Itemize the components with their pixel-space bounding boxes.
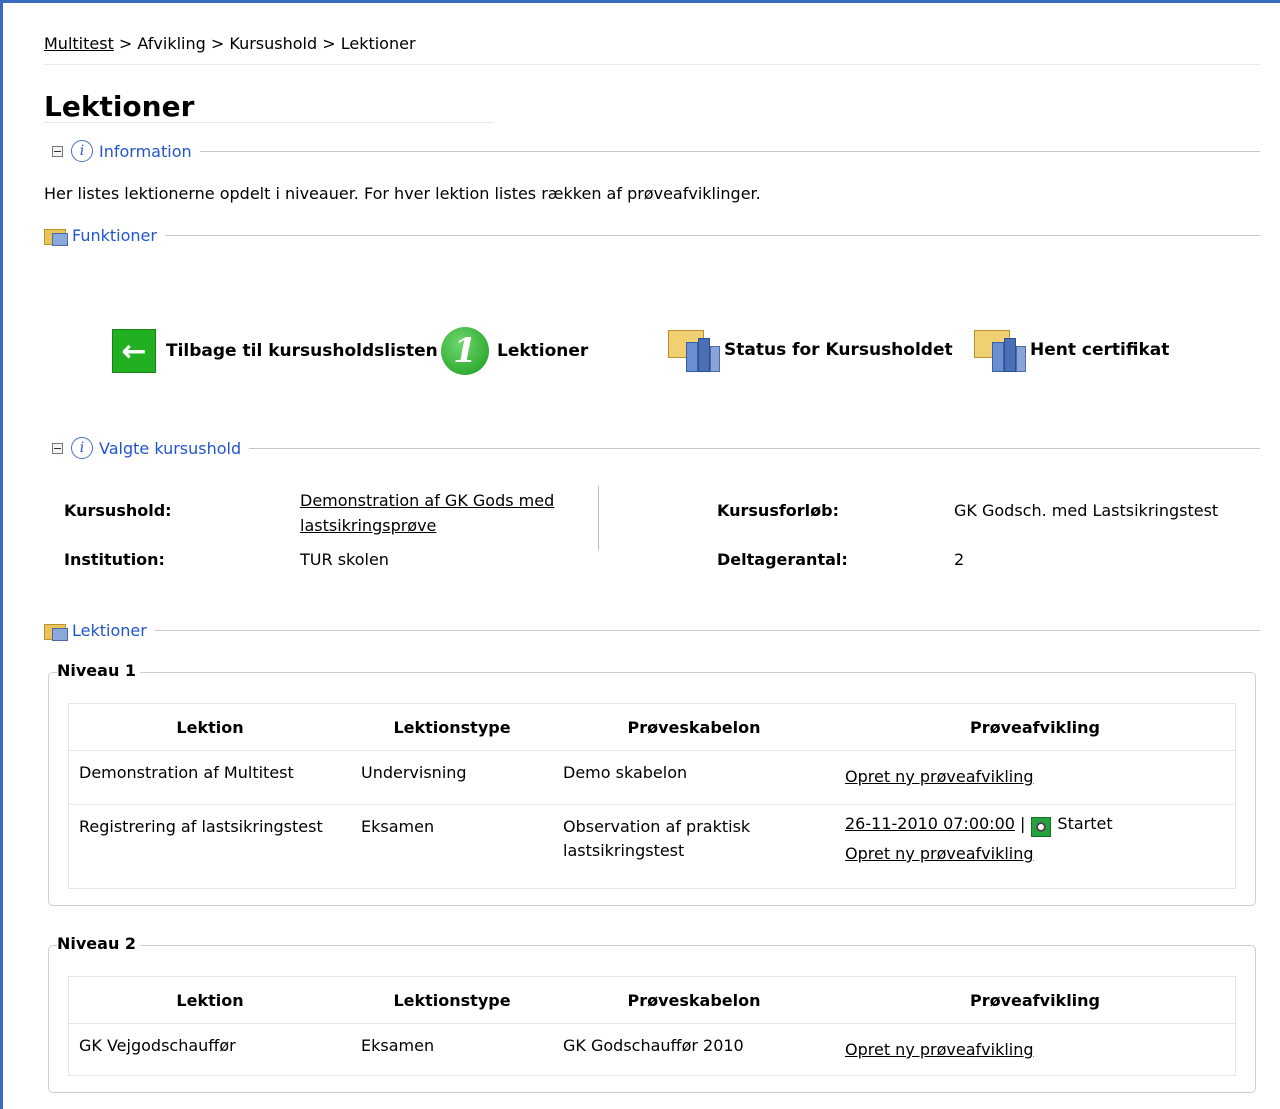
breadcrumb-item-afvikling: Afvikling [137,34,206,53]
section-lektioner: Lektioner [44,620,1260,641]
table-row: Demonstration af Multitest Undervisning … [68,750,1236,805]
kursusforloeb-value: GK Godsch. med Lastsikringstest [954,501,1219,520]
status-button-label: Status for Kursusholdet [724,340,953,360]
proeveafvikling-date-link[interactable]: 26-11-2010 07:00:00 [845,814,1015,833]
breadcrumb-link-multitest[interactable]: Multitest [44,34,114,53]
report-chart-icon [974,326,1026,374]
breadcrumb-sep: > [317,34,341,53]
divider [44,64,1260,65]
window-frame [0,0,1280,1109]
section-information: i Information [44,140,1260,162]
status-kursushold-button[interactable]: Status for Kursusholdet [668,326,953,374]
cell-lektion: Registrering af lastsikringstest [68,804,351,889]
hent-certifikat-button[interactable]: Hent certifikat [974,326,1169,374]
niveau-2-title: Niveau 2 [57,934,141,953]
info-icon: i [71,140,93,162]
opret-proeveafvikling-link[interactable]: Opret ny prøveafvikling [845,1040,1034,1059]
cell-proeveskabelon: GK Godschauffør 2010 [553,1023,835,1076]
back-to-list-label: Tilbage til kursusholdslisten [166,341,438,361]
breadcrumb-sep: > [113,34,138,53]
divider [598,486,599,550]
collapse-icon[interactable] [52,442,63,454]
col-header-proeveafvikling: Prøveafvikling [835,976,1236,1024]
cell-lektionstype: Eksamen [351,1023,553,1076]
report-chart-icon [668,326,720,374]
section-valgte-label: Valgte kursushold [99,438,242,458]
niveau-1-title: Niveau 1 [57,661,141,680]
cell-proeveafvikling: Opret ny prøveafvikling [835,750,1236,805]
breadcrumb-sep: > [205,34,230,53]
niveau-1-group: Niveau 1 Lektion Lektionstype Prøveskabe… [48,661,1256,906]
section-funktioner: Funktioner [44,225,1260,246]
cell-proeveafvikling: 26-11-2010 07:00:00 | Startet Opret ny pr… [835,804,1236,889]
kursushold-link[interactable]: Demonstration af GK Gods med [300,491,554,510]
col-header-proeveskabelon: Prøveskabelon [553,976,835,1024]
breadcrumb-item-lektioner: Lektioner [340,34,416,53]
skabelon-line: lastsikringstest [563,841,685,860]
kursusforloeb-label: Kursusforløb: [717,501,840,520]
section-information-label: Information [99,141,192,161]
deltagerantal-label: Deltagerantal: [717,550,848,569]
cell-lektionstype: Eksamen [351,804,553,889]
col-header-proeveskabelon: Prøveskabelon [553,703,835,751]
lektioner-button-label: Lektioner [497,341,589,361]
skabelon-line: Observation af praktisk [563,817,751,836]
section-lektioner-label: Lektioner [72,620,147,640]
opret-proeveafvikling-link[interactable]: Opret ny prøveafvikling [845,844,1034,863]
col-header-lektion: Lektion [68,976,351,1024]
page-title: Lektioner [44,90,195,123]
divider [249,447,1260,449]
certifikat-button-label: Hent certifikat [1030,340,1170,360]
deltagerantal-value: 2 [954,550,965,569]
cell-proeveskabelon: Demo skabelon [553,750,835,805]
table-row: Registrering af lastsikringstest Eksamen… [68,804,1236,889]
niveau-2-group: Niveau 2 Lektion Lektionstype Prøveskabe… [48,934,1256,1093]
col-header-proeveafvikling: Prøveafvikling [835,703,1236,751]
arrow-left-icon: ← [112,329,156,373]
lektioner-table: Lektion Lektionstype Prøveskabelon Prøve… [68,976,1236,1076]
kursushold-value: Demonstration af GK Gods med lastsikring… [300,488,554,538]
cell-lektion: Demonstration af Multitest [68,750,351,805]
col-header-lektionstype: Lektionstype [351,976,553,1024]
section-valgte-kursushold: i Valgte kursushold [44,437,1260,459]
breadcrumb: Multitest > Afvikling > Kursushold > Lek… [44,34,416,53]
opret-proeveafvikling-link[interactable]: Opret ny prøveafvikling [845,767,1034,786]
info-icon: i [71,437,93,459]
divider [199,150,1260,152]
cell-lektionstype: Undervisning [351,750,553,805]
col-header-lektionstype: Lektionstype [351,703,553,751]
back-to-list-button[interactable]: ← Tilbage til kursusholdslisten [112,329,438,373]
lektioner-table: Lektion Lektionstype Prøveskabelon Prøve… [68,703,1236,889]
folder-group-icon [44,225,70,246]
divider [164,234,1260,236]
institution-value: TUR skolen [300,550,389,569]
breadcrumb-item-kursushold: Kursushold [229,34,318,53]
kursushold-label: Kursushold: [64,501,172,520]
intro-text: Her listes lektionerne opdelt i niveauer… [44,184,761,203]
collapse-icon[interactable] [52,145,63,157]
status-text: Startet [1057,814,1113,833]
cell-proeveafvikling: Opret ny prøveafvikling [835,1023,1236,1076]
number-one-icon: 1 [441,327,489,375]
institution-label: Institution: [64,550,165,569]
clock-status-icon [1031,817,1052,837]
cell-proeveskabelon: Observation af praktisk lastsikringstest [553,804,835,889]
section-funktioner-label: Funktioner [72,225,157,245]
divider [44,122,494,123]
lektioner-button[interactable]: 1 Lektioner [441,327,588,375]
cell-lektion: GK Vejgodschauffør [68,1023,351,1076]
table-row: GK Vejgodschauffør Eksamen GK Godschauff… [68,1023,1236,1076]
kursushold-link[interactable]: lastsikringsprøve [300,516,436,535]
divider [154,629,1260,631]
col-header-lektion: Lektion [68,703,351,751]
pipe-separator: | [1020,814,1026,833]
folder-group-icon [44,620,70,641]
